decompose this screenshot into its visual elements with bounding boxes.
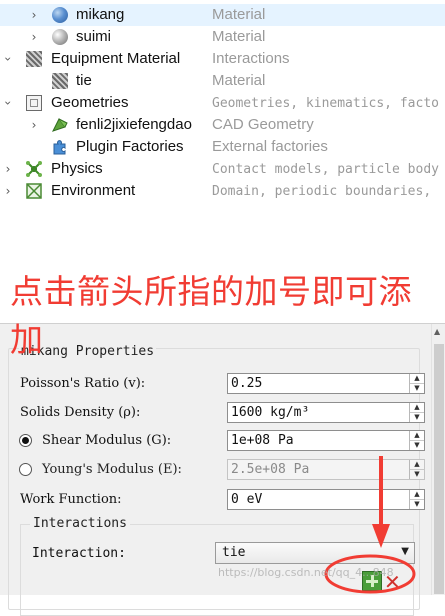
annotation-arrow-head — [372, 524, 390, 548]
annotation-marks — [324, 456, 416, 594]
watermark: https://blog.csdn.net/qq_4...848 — [218, 566, 394, 579]
